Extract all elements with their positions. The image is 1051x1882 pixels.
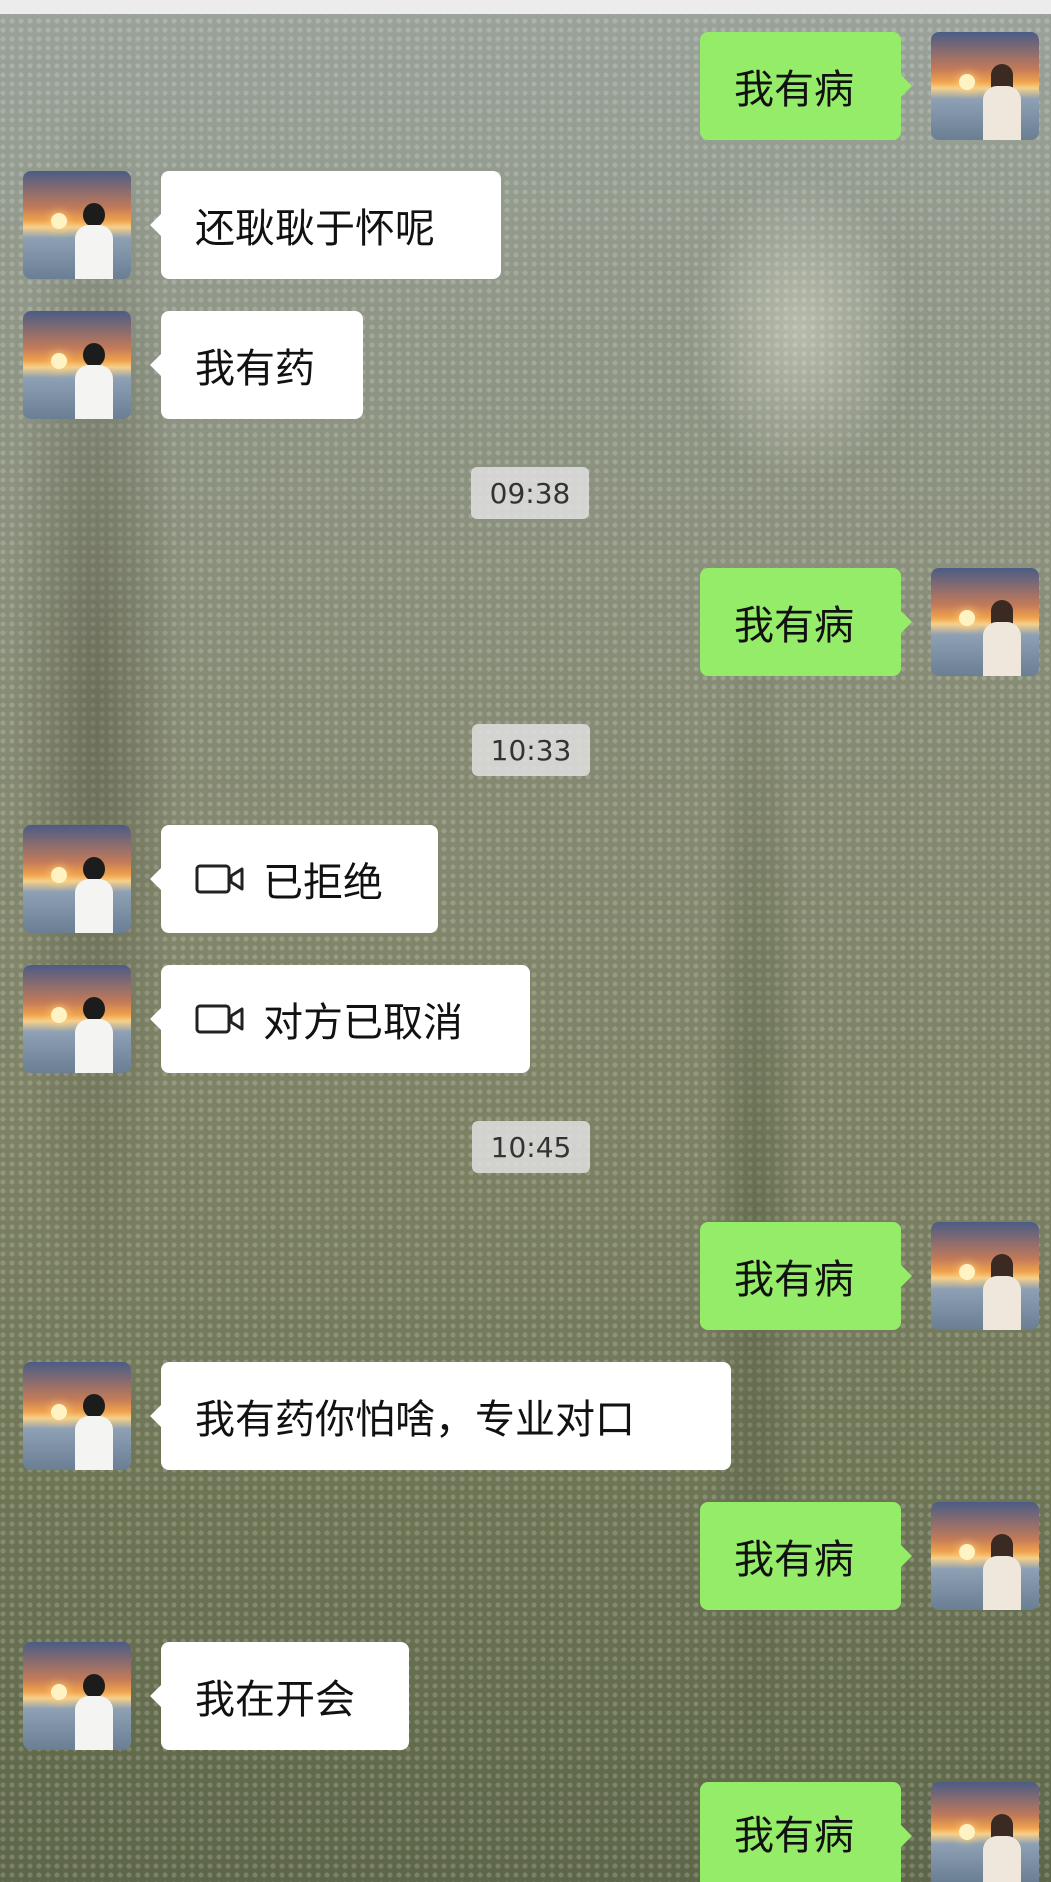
contact-avatar[interactable] <box>23 311 131 419</box>
my-avatar[interactable] <box>931 1782 1039 1882</box>
my-avatar[interactable] <box>931 32 1039 140</box>
video-call-icon <box>195 1004 244 1034</box>
message-text: 我有病 <box>734 1537 854 1583</box>
incoming-message[interactable]: 我有药你怕啥，专业对口 <box>150 1362 731 1470</box>
message-text: 我有病 <box>734 1257 854 1303</box>
outgoing-message[interactable]: 我有病 <box>700 1222 912 1330</box>
message-text: 我在开会 <box>195 1677 355 1723</box>
incoming-message[interactable]: 还耿耿于怀呢 <box>150 171 501 279</box>
timestamp: 09:38 <box>471 467 589 519</box>
message-text: 我有病 <box>734 603 854 649</box>
my-avatar[interactable] <box>931 568 1039 676</box>
top-edge <box>0 0 1051 14</box>
contact-avatar[interactable] <box>23 171 131 279</box>
message-text: 还耿耿于怀呢 <box>195 206 435 252</box>
video-call-message[interactable]: 对方已取消 <box>150 965 530 1073</box>
message-text: 我有药 <box>195 346 315 392</box>
message-text: 我有病 <box>734 1813 854 1859</box>
my-avatar[interactable] <box>931 1222 1039 1330</box>
contact-avatar[interactable] <box>23 1642 131 1750</box>
message-text: 我有病 <box>734 67 854 113</box>
video-call-icon <box>195 864 244 894</box>
message-text: 我有药你怕啥，专业对口 <box>195 1397 635 1443</box>
message-text: 对方已取消 <box>263 1000 463 1046</box>
my-avatar[interactable] <box>931 1502 1039 1610</box>
incoming-message[interactable]: 我在开会 <box>150 1642 409 1750</box>
contact-avatar[interactable] <box>23 825 131 933</box>
contact-avatar[interactable] <box>23 1362 131 1470</box>
timestamp: 10:33 <box>472 724 590 776</box>
outgoing-message[interactable]: 我有病 <box>700 1782 912 1882</box>
message-text: 已拒绝 <box>263 860 383 906</box>
outgoing-message[interactable]: 我有病 <box>700 32 912 140</box>
timestamp: 10:45 <box>472 1121 590 1173</box>
outgoing-message[interactable]: 我有病 <box>700 1502 912 1610</box>
video-call-message[interactable]: 已拒绝 <box>150 825 438 933</box>
contact-avatar[interactable] <box>23 965 131 1073</box>
outgoing-message[interactable]: 我有病 <box>700 568 912 676</box>
incoming-message[interactable]: 我有药 <box>150 311 363 419</box>
